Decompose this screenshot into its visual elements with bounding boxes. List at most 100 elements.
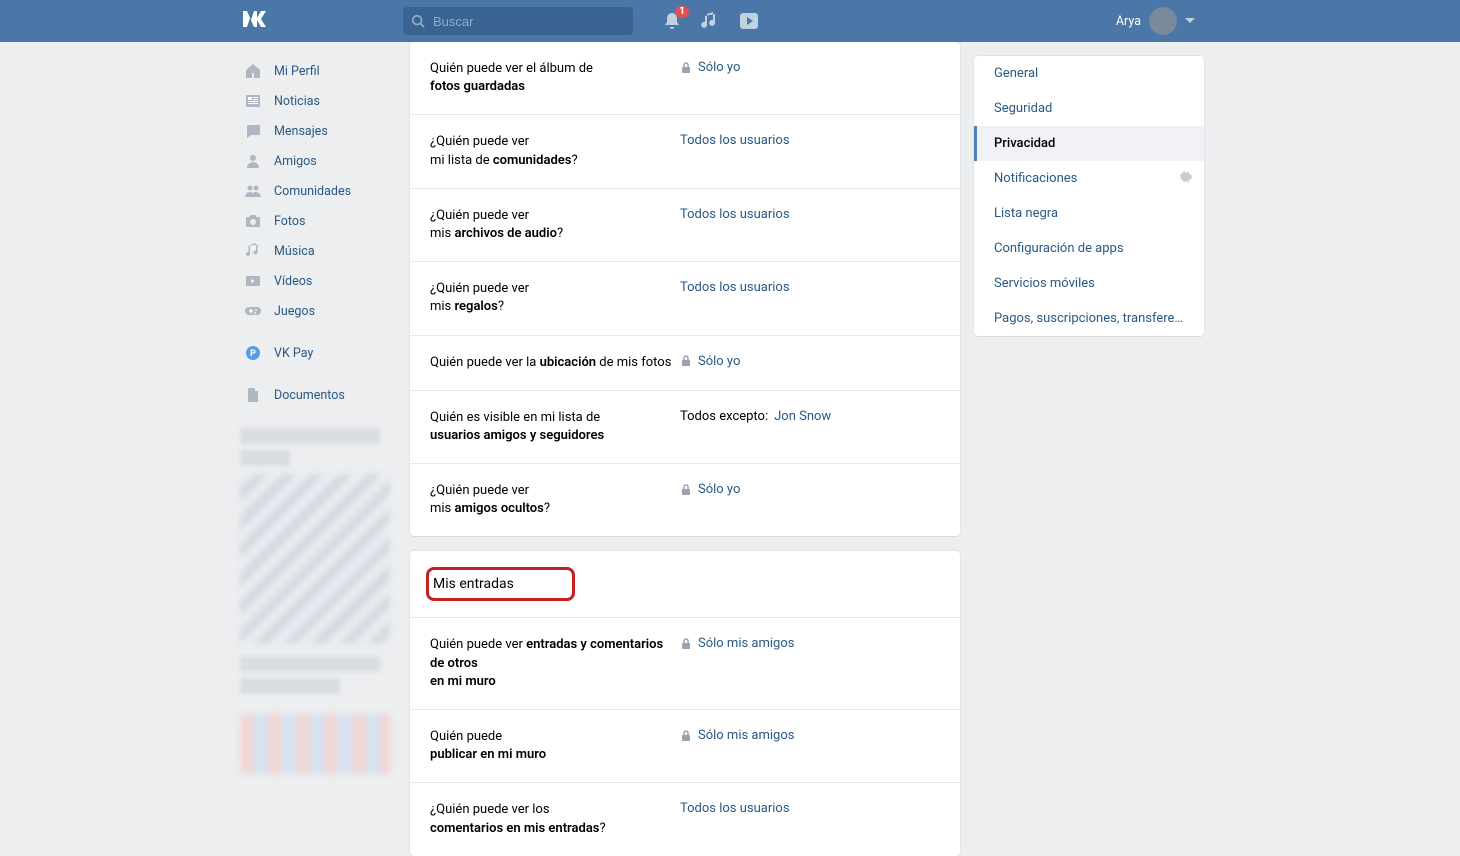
svg-text:P: P bbox=[250, 349, 256, 359]
nav-label: Documentos bbox=[274, 388, 345, 403]
nav-label: Mi Perfil bbox=[274, 64, 320, 79]
privacy-value[interactable]: Todos los usuarios bbox=[680, 801, 790, 816]
music-icon bbox=[244, 242, 262, 260]
lock-icon bbox=[680, 730, 692, 742]
nav-videos[interactable]: Vídeos bbox=[240, 266, 410, 296]
privacy-row: Quién puede ver la ubicación de mis foto… bbox=[410, 336, 960, 391]
nav-label: Noticias bbox=[274, 94, 320, 109]
nav-label: Amigos bbox=[274, 154, 317, 169]
privacy-row: Quién puede ver el álbum de fotos guarda… bbox=[410, 42, 960, 115]
game-icon bbox=[244, 302, 262, 320]
nav-vkpay[interactable]: P VK Pay bbox=[240, 338, 410, 368]
settings-general[interactable]: General bbox=[974, 56, 1204, 91]
highlight-annotation: Mis entradas bbox=[426, 567, 575, 601]
nav-friends[interactable]: Amigos bbox=[240, 146, 410, 176]
video-play-icon[interactable] bbox=[739, 12, 759, 30]
search-input[interactable] bbox=[433, 14, 625, 29]
user-menu[interactable]: Arya bbox=[1116, 7, 1195, 35]
lock-icon bbox=[680, 62, 692, 74]
privacy-label: ¿Quién puede ver mi lista de comunidades… bbox=[430, 133, 680, 169]
nav-news[interactable]: Noticias bbox=[240, 86, 410, 116]
nav-label: Comunidades bbox=[274, 184, 351, 199]
notifications-icon[interactable]: 1 bbox=[663, 12, 681, 30]
privacy-row: ¿Quién puede ver mi lista de comunidades… bbox=[410, 115, 960, 188]
privacy-value[interactable]: Todos excepto: Jon Snow bbox=[680, 409, 831, 424]
privacy-row: Quién puede publicar en mi muro Sólo mis… bbox=[410, 710, 960, 783]
privacy-value[interactable]: Sólo mis amigos bbox=[680, 636, 794, 651]
privacy-value[interactable]: Sólo yo bbox=[680, 60, 740, 75]
search-icon bbox=[411, 14, 425, 28]
nav-documents[interactable]: Documentos bbox=[240, 380, 410, 410]
settings-payments[interactable]: Pagos, suscripciones, transferencias bbox=[974, 301, 1204, 336]
notification-badge: 1 bbox=[675, 6, 689, 18]
privacy-row: Quién puede ver entradas y comentarios d… bbox=[410, 618, 960, 710]
settings-menu: General Seguridad Privacidad Notificacio… bbox=[974, 56, 1204, 336]
nav-label: Vídeos bbox=[274, 274, 312, 289]
settings-notifications[interactable]: Notificaciones bbox=[974, 161, 1204, 196]
lock-icon bbox=[680, 355, 692, 367]
privacy-row: ¿Quién puede ver los comentarios en mis … bbox=[410, 783, 960, 855]
privacy-row: ¿Quién puede ver mis archivos de audio? … bbox=[410, 189, 960, 262]
nav-communities[interactable]: Comunidades bbox=[240, 176, 410, 206]
avatar bbox=[1149, 7, 1177, 35]
privacy-row: ¿Quién puede ver mis regalos? Todos los … bbox=[410, 262, 960, 335]
privacy-panel-2: Mis entradas Quién puede ver entradas y … bbox=[410, 551, 960, 855]
settings-mobile[interactable]: Servicios móviles bbox=[974, 266, 1204, 301]
settings-security[interactable]: Seguridad bbox=[974, 91, 1204, 126]
camera-icon bbox=[244, 212, 262, 230]
privacy-label: Quién es visible en mi lista de usuarios… bbox=[430, 409, 680, 445]
user-name: Arya bbox=[1116, 14, 1141, 29]
privacy-label: Quién puede ver el álbum de fotos guarda… bbox=[430, 60, 680, 96]
nav-photos[interactable]: Fotos bbox=[240, 206, 410, 236]
privacy-value[interactable]: Sólo mis amigos bbox=[680, 728, 794, 743]
privacy-label: ¿Quién puede ver mis amigos ocultos? bbox=[430, 482, 680, 518]
video-icon bbox=[244, 272, 262, 290]
blurred-content bbox=[240, 428, 410, 774]
privacy-label: Quién puede ver entradas y comentarios d… bbox=[430, 636, 680, 691]
left-nav: Mi Perfil Noticias Mensajes Amigos Comun… bbox=[240, 42, 410, 856]
privacy-value[interactable]: Sólo yo bbox=[680, 482, 740, 497]
vk-logo[interactable] bbox=[242, 9, 268, 34]
gear-icon[interactable] bbox=[1178, 170, 1192, 188]
nav-music[interactable]: Música bbox=[240, 236, 410, 266]
settings-privacy[interactable]: Privacidad bbox=[974, 126, 1204, 161]
nav-label: Fotos bbox=[274, 214, 305, 229]
music-icon[interactable] bbox=[701, 12, 719, 30]
nav-label: VK Pay bbox=[274, 346, 313, 361]
privacy-label: ¿Quién puede ver mis regalos? bbox=[430, 280, 680, 316]
nav-label: Mensajes bbox=[274, 124, 328, 139]
nav-messages[interactable]: Mensajes bbox=[240, 116, 410, 146]
doc-icon bbox=[244, 386, 262, 404]
privacy-label: ¿Quién puede ver mis archivos de audio? bbox=[430, 207, 680, 243]
privacy-value[interactable]: Todos los usuarios bbox=[680, 207, 790, 222]
user-icon bbox=[244, 152, 262, 170]
header-icons: 1 bbox=[663, 12, 759, 30]
privacy-row: Quién es visible en mi lista de usuarios… bbox=[410, 391, 960, 464]
lock-icon bbox=[680, 484, 692, 496]
search-box[interactable] bbox=[403, 7, 633, 35]
nav-label: Música bbox=[274, 244, 315, 259]
chevron-down-icon bbox=[1185, 18, 1195, 24]
settings-sidebar: General Seguridad Privacidad Notificacio… bbox=[974, 42, 1204, 856]
group-icon bbox=[244, 182, 262, 200]
chat-icon bbox=[244, 122, 262, 140]
settings-blacklist[interactable]: Lista negra bbox=[974, 196, 1204, 231]
nav-games[interactable]: Juegos bbox=[240, 296, 410, 326]
privacy-value[interactable]: Sólo yo bbox=[680, 354, 740, 369]
main-content: Quién puede ver el álbum de fotos guarda… bbox=[410, 42, 960, 856]
nav-profile[interactable]: Mi Perfil bbox=[240, 56, 410, 86]
home-icon bbox=[244, 62, 262, 80]
pay-icon: P bbox=[244, 344, 262, 362]
news-icon bbox=[244, 92, 262, 110]
privacy-label: Quién puede ver la ubicación de mis foto… bbox=[430, 354, 680, 372]
privacy-label: ¿Quién puede ver los comentarios en mis … bbox=[430, 801, 680, 837]
nav-label: Juegos bbox=[274, 304, 315, 319]
settings-apps[interactable]: Configuración de apps bbox=[974, 231, 1204, 266]
top-header: 1 Arya bbox=[0, 0, 1460, 42]
section-heading: Mis entradas bbox=[410, 551, 960, 618]
privacy-panel-1: Quién puede ver el álbum de fotos guarda… bbox=[410, 42, 960, 536]
lock-icon bbox=[680, 638, 692, 650]
privacy-value[interactable]: Todos los usuarios bbox=[680, 133, 790, 148]
privacy-label: Quién puede publicar en mi muro bbox=[430, 728, 680, 764]
privacy-value[interactable]: Todos los usuarios bbox=[680, 280, 790, 295]
